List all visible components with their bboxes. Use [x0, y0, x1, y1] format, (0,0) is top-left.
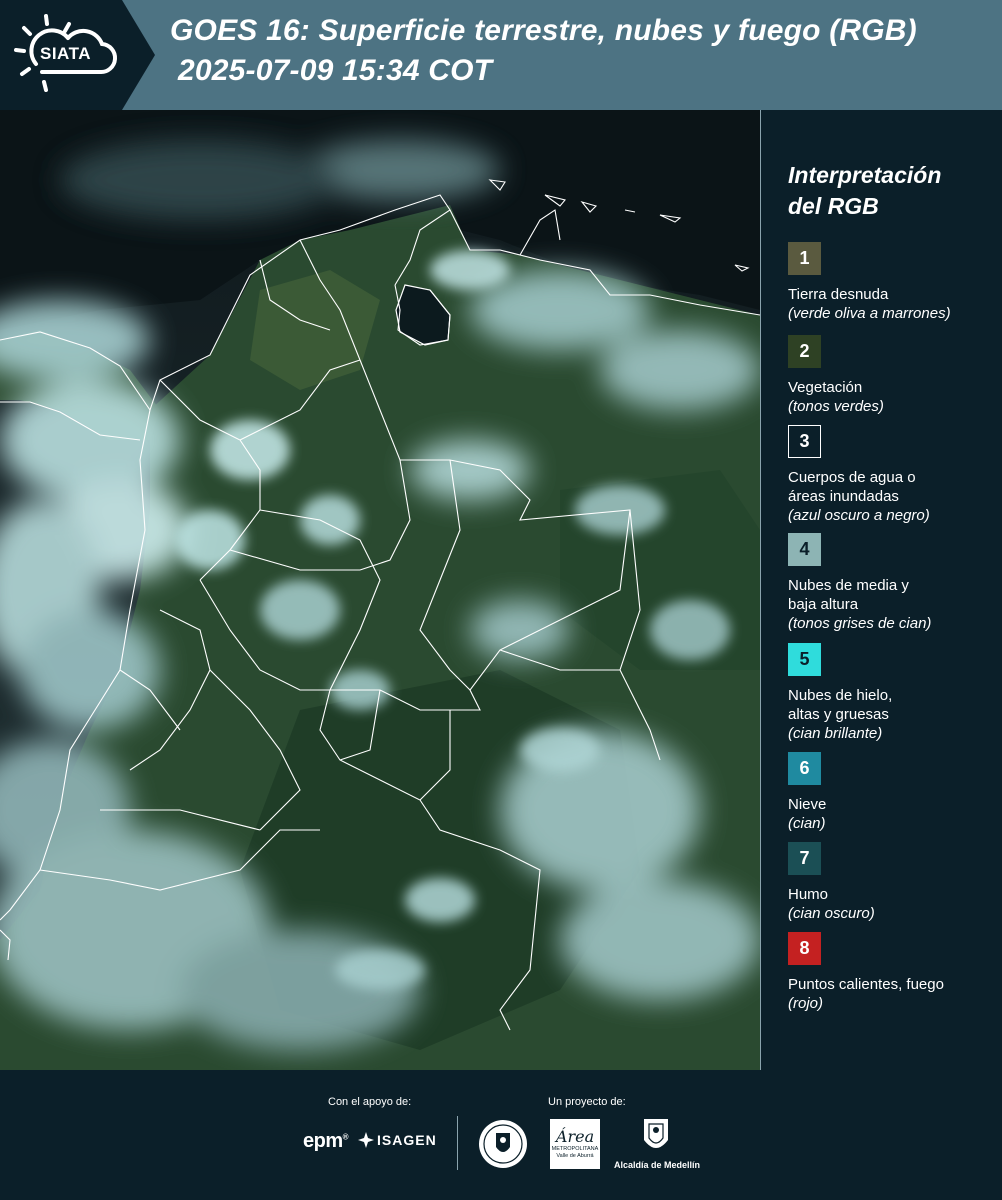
- legend-swatch: 3: [788, 425, 821, 458]
- legend-label: Cuerpos de agua o áreas inundadas: [788, 469, 916, 505]
- legend-description: (cian oscuro): [788, 905, 875, 922]
- legend-description: (verde oliva a marrones): [788, 305, 951, 322]
- siata-logo[interactable]: SIATA: [0, 0, 155, 110]
- legend-description: (cian): [788, 815, 826, 832]
- legend-label: Tierra desnuda: [788, 286, 889, 303]
- project-label: Un proyecto de:: [548, 1096, 626, 1108]
- legend-swatch: 8: [788, 932, 821, 965]
- satellite-map[interactable]: [0, 110, 761, 1070]
- legend-item-4: 4 Nubes de media y baja altura (tonos grise…: [788, 533, 993, 633]
- legend-swatch: 2: [788, 335, 821, 368]
- legend-swatch: 4: [788, 533, 821, 566]
- medellin-shield-icon[interactable]: [641, 1116, 671, 1156]
- legend-description: (tonos grises de cian): [788, 615, 932, 632]
- support-label: Con el apoyo de:: [328, 1096, 412, 1108]
- legend-label: Nubes de media y baja altura: [788, 577, 909, 613]
- legend-swatch: 1: [788, 242, 821, 275]
- epm-logo[interactable]: epm®: [303, 1130, 349, 1153]
- legend: Interpretación del RGB: [788, 160, 993, 222]
- page-timestamp: 2025-07-09 15:34 COT: [178, 54, 493, 87]
- legend-description: (cian brillante): [788, 725, 883, 742]
- legend-item-1: 1 Tierra desnuda (verde oliva a marrones): [788, 242, 993, 323]
- siata-logo-text: SIATA: [40, 44, 91, 63]
- legend-item-6: 6 Nieve (cian): [788, 752, 993, 833]
- legend-description: (rojo): [788, 995, 824, 1012]
- legend-label: Humo: [788, 886, 829, 903]
- legend-swatch: 7: [788, 842, 821, 875]
- isagen-star-icon: [358, 1132, 374, 1148]
- legend-swatch: 6: [788, 752, 821, 785]
- satellite-map-canvas: [0, 110, 760, 1070]
- area-metropolitana-logo[interactable]: Área METROPOLITANA Valle de Aburrá: [550, 1119, 600, 1169]
- legend-description: (azul oscuro a negro): [788, 507, 930, 524]
- legend-item-8: 8 Puntos calientes, fuego (rojo): [788, 932, 993, 1013]
- legend-swatch: 5: [788, 643, 821, 676]
- legend-label: Puntos calientes, fuego: [788, 976, 944, 993]
- legend-item-7: 7 Humo (cian oscuro): [788, 842, 993, 923]
- alcaldia-label: Alcaldía de Medellín: [613, 1160, 701, 1170]
- isagen-logo[interactable]: ISAGEN: [358, 1132, 437, 1148]
- footer-divider: [457, 1116, 458, 1170]
- legend-description: (tonos verdes): [788, 398, 884, 415]
- legend-item-3: 3 Cuerpos de agua o áreas inundadas (azul o…: [788, 425, 993, 525]
- legend-label: Nubes de hielo, altas y gruesas: [788, 687, 893, 723]
- footer: Con el apoyo de: Un proyecto de: epm® IS…: [0, 1070, 1002, 1200]
- legend-label: Vegetación: [788, 379, 863, 396]
- legend-item-5: 5 Nubes de hielo, altas y gruesas (cian bri…: [788, 643, 993, 743]
- page-title: GOES 16: Superficie terrestre, nubes y f…: [170, 14, 917, 47]
- legend-item-2: 2 Vegetación (tonos verdes): [788, 335, 993, 416]
- header: SIATA GOES 16: Superficie terrestre, nub…: [0, 0, 1002, 110]
- legend-label: Nieve: [788, 796, 827, 813]
- legend-title: Interpretación del RGB: [788, 162, 942, 219]
- university-seal-icon[interactable]: [478, 1119, 528, 1169]
